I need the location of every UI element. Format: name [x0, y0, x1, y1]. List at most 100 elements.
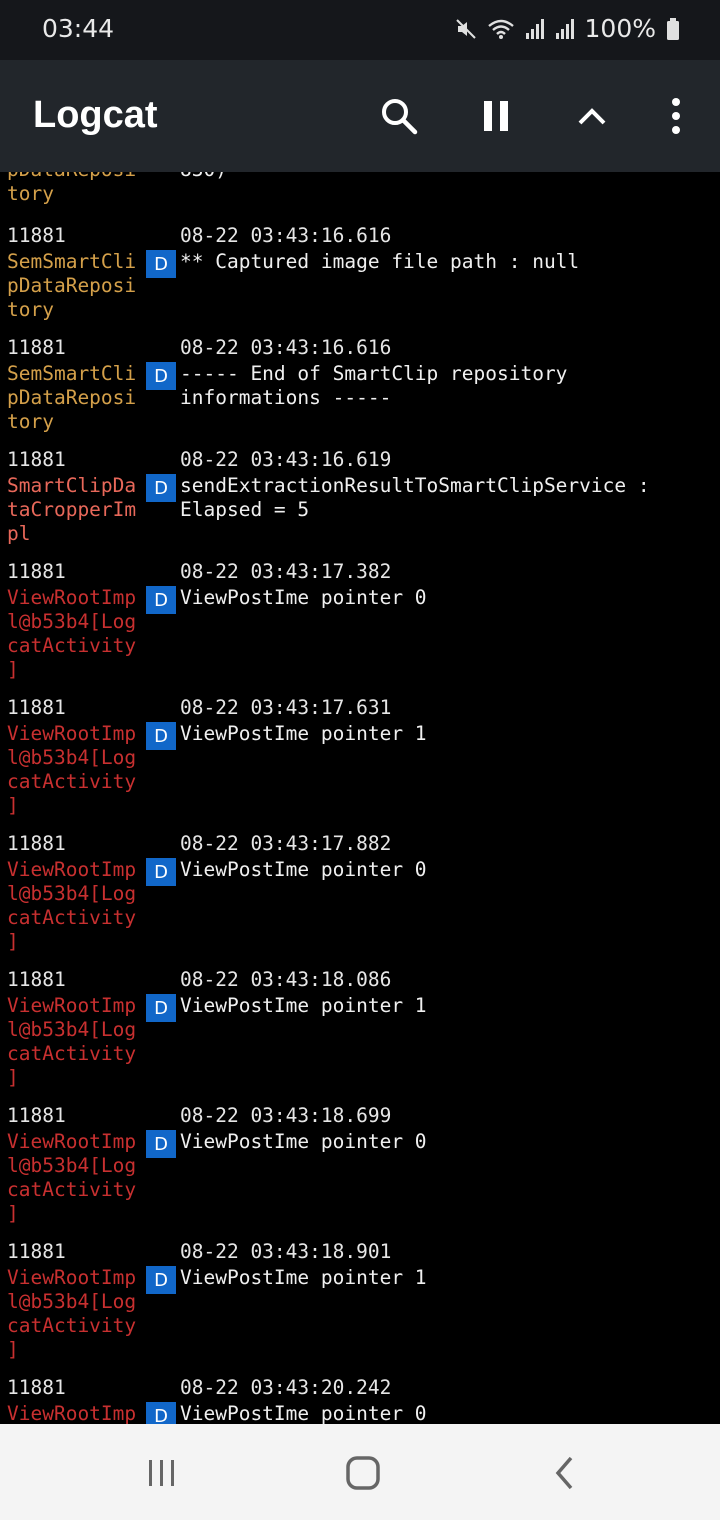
log-message-line: ViewPostIme pointer 1 — [180, 994, 427, 1017]
log-tag-line: ] — [7, 658, 19, 681]
log-tag: ViewRootImpl@b53b4[LogcatActivity] — [7, 1266, 147, 1362]
log-entry[interactable]: 11881 08-22 03:43:17.382 ViewRootImp l@b53b… — [0, 558, 720, 694]
log-tag: ViewRootImpl@b53b4[LogcatActivity] — [7, 1130, 147, 1226]
log-message-line: ** Captured image file path : null — [180, 250, 580, 273]
pause-icon — [484, 101, 508, 131]
log-tag-line: tory — [7, 182, 54, 205]
log-entry[interactable]: 11881 08-22 03:43:16.619 SmartClipDa taCrop… — [0, 446, 720, 558]
signal-icon — [525, 18, 545, 40]
log-tag: pDataRepository — [7, 172, 147, 206]
log-tag-line: pDataReposi — [7, 274, 137, 297]
back-button[interactable] — [540, 1448, 590, 1498]
log-pid: 11881 — [7, 968, 66, 991]
log-tag-line: catActivity — [7, 1042, 137, 1065]
log-pid: 11881 — [7, 1240, 66, 1263]
log-entry[interactable]: 11881 08-22 03:43:18.901 ViewRootImp l@b53b… — [0, 1238, 720, 1374]
log-level-badge: D — [146, 858, 176, 886]
scroll-up-button[interactable] — [566, 90, 618, 142]
home-button[interactable] — [338, 1448, 388, 1498]
log-message-line: ViewPostIme pointer 0 — [180, 586, 427, 609]
home-icon — [346, 1456, 380, 1490]
navigation-bar — [0, 1424, 720, 1520]
log-tag-line: catActivity — [7, 634, 137, 657]
log-tag-line: SmartClipDa — [7, 474, 137, 497]
log-list-content: pDataRepositoryD830)1188108-22 03:43:16.… — [0, 172, 720, 1424]
log-message: sendExtractionResultToSmartClipService :… — [180, 474, 710, 522]
log-tag-line: tory — [7, 298, 54, 321]
log-message: ViewPostIme pointer 1 — [180, 1266, 710, 1290]
log-tag-line: SemSmartCli — [7, 362, 137, 385]
log-tag-line: taCropperIm — [7, 498, 137, 521]
log-tag-line: pl — [7, 522, 31, 545]
log-level-badge: D — [146, 1130, 176, 1158]
search-button[interactable] — [373, 90, 425, 142]
log-timestamp: 08-22 03:43:20.242 — [180, 1376, 392, 1399]
log-tag-line: catActivity — [7, 906, 137, 929]
log-entry[interactable]: 11881 08-22 03:43:17.631 ViewRootImp l@b53b… — [0, 694, 720, 830]
log-timestamp: 08-22 03:43:16.616 — [180, 224, 392, 247]
recents-button[interactable] — [137, 1448, 187, 1498]
more-vert-icon — [672, 98, 680, 134]
log-tag: ViewRootImpl@b53b4[LogcatActivity] — [7, 994, 147, 1090]
log-tag-line: SemSmartCli — [7, 250, 137, 273]
log-timestamp: 08-22 03:43:17.882 — [180, 832, 392, 855]
log-entry[interactable]: 11881 08-22 03:43:18.086 ViewRootImp l@b53b… — [0, 966, 720, 1102]
log-tag-line: pDataReposi — [7, 386, 137, 409]
log-tag: ViewRootImpl@b53b4[LogcatActivity] — [7, 586, 147, 682]
log-tag-line: catActivity — [7, 770, 137, 793]
log-message: ViewPostIme pointer 1 — [180, 994, 710, 1018]
pause-button[interactable] — [470, 90, 522, 142]
log-entry[interactable]: 11881 08-22 03:43:18.699 ViewRootImp l@b53b… — [0, 1102, 720, 1238]
status-icons: 100% — [455, 14, 680, 43]
log-tag-line: ] — [7, 1338, 19, 1361]
log-message-line: ViewPostIme pointer 1 — [180, 722, 427, 745]
log-timestamp: 08-22 03:43:17.382 — [180, 560, 392, 583]
overflow-menu-button[interactable] — [650, 90, 702, 142]
log-tag: ViewRootImpl@b53b4[LogcatActivity] — [7, 858, 147, 954]
back-icon — [555, 1456, 573, 1490]
log-tag: SmartClipDa taCropperIm pl — [7, 474, 147, 546]
log-entry[interactable]: 11881 08-22 03:43:16.616 SemSmartCli pDataR… — [0, 334, 720, 446]
log-message: ViewPostIme pointer 1 — [180, 722, 710, 746]
log-entry[interactable]: 11881 08-22 03:43:20.242 ViewRootImpl@b53b… — [0, 1374, 720, 1424]
log-level-badge: D — [146, 1402, 176, 1424]
log-tag-line: ViewRootImp — [7, 858, 137, 881]
log-entry[interactable]: 11881 08-22 03:43:16.616 SemSmartCli pDataR… — [0, 222, 720, 334]
log-entry[interactable]: 11881 08-22 03:43:17.882 ViewRootImp l@b53b… — [0, 830, 720, 966]
log-message: 830) — [180, 172, 710, 182]
log-tag-line: ViewRootImp — [7, 586, 137, 609]
app-bar: Logcat — [0, 60, 720, 172]
log-timestamp: 08-22 03:43:16.619 — [180, 448, 392, 471]
log-tag-line: ] — [7, 1066, 19, 1089]
log-tag-line: l@b53b4[Log — [7, 1290, 137, 1313]
log-message-line: 830) — [180, 172, 710, 182]
log-tag-line: ] — [7, 1202, 19, 1225]
log-tag-line: ViewRootImp — [7, 994, 137, 1017]
log-level-badge: D — [146, 250, 176, 278]
log-message-line: ViewPostIme pointer 0 — [180, 858, 427, 881]
log-level-badge: D — [146, 994, 176, 1022]
log-tag-line: l@b53b4[Log — [7, 1154, 137, 1177]
signal-icon — [555, 18, 575, 40]
log-tag-line: ViewRootImp — [7, 722, 137, 745]
log-message-line: sendExtractionResultToSmartClipService : — [180, 474, 650, 497]
log-timestamp: 08-22 03:43:18.699 — [180, 1104, 392, 1127]
log-tag: ViewRootImpl@b53b4[LogcatActivity] — [7, 1402, 147, 1424]
log-message: ----- End of SmartClip repository informa… — [180, 362, 710, 410]
log-tag-line: l@b53b4[Log — [7, 882, 137, 905]
log-timestamp: 08-22 03:43:18.901 — [180, 1240, 392, 1263]
log-timestamp: 08-22 03:43:18.086 — [180, 968, 392, 991]
chevron-up-icon — [578, 108, 606, 125]
log-tag-line: ViewRootImp — [7, 1402, 137, 1424]
log-timestamp: 08-22 03:43:16.616 — [180, 336, 392, 359]
log-message: ** Captured image file path : null — [180, 250, 710, 274]
log-tag-line: l@b53b4[Log — [7, 610, 137, 633]
log-tag-line: catActivity — [7, 1178, 137, 1201]
log-entry[interactable]: pDataRepositoryD830) — [0, 172, 720, 222]
log-message-line: Elapsed = 5 — [180, 498, 310, 521]
log-level-badge: D — [146, 586, 176, 614]
log-tag-line: ViewRootImp — [7, 1266, 137, 1289]
log-pid: 11881 — [7, 560, 66, 583]
log-list[interactable]: pDataRepositoryD830)1188108-22 03:43:16.… — [0, 172, 720, 1424]
log-tag-line: l@b53b4[Log — [7, 1018, 137, 1041]
